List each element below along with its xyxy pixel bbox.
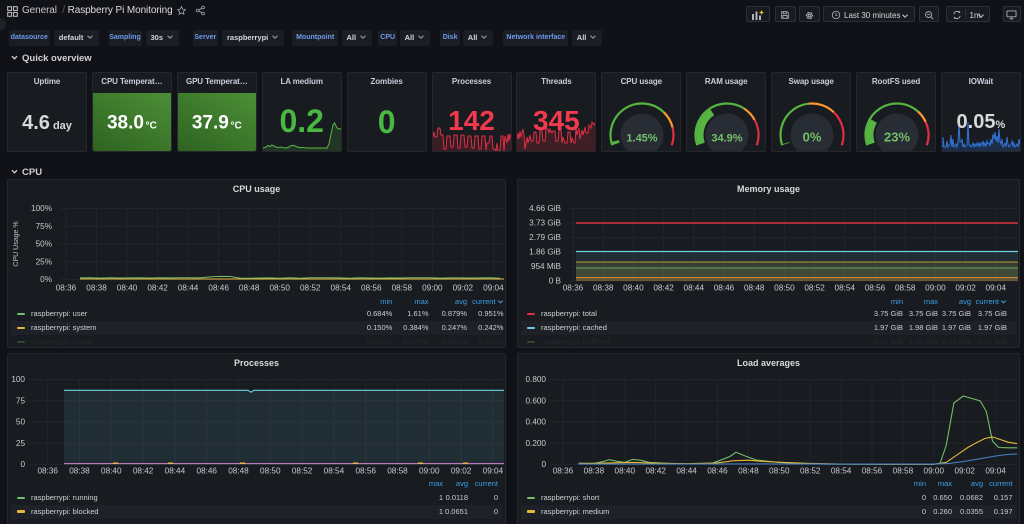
svg-text:08:54: 08:54 xyxy=(331,284,352,293)
svg-text:25%: 25% xyxy=(36,257,52,266)
svg-text:09:04: 09:04 xyxy=(986,284,1007,293)
svg-text:08:46: 08:46 xyxy=(196,466,217,475)
svg-text:08:52: 08:52 xyxy=(800,466,821,475)
svg-text:08:44: 08:44 xyxy=(178,284,199,293)
svg-text:08:56: 08:56 xyxy=(355,466,376,475)
svg-text:08:36: 08:36 xyxy=(563,284,584,293)
svg-text:08:40: 08:40 xyxy=(615,466,636,475)
svg-text:08:44: 08:44 xyxy=(684,284,705,293)
svg-text:08:56: 08:56 xyxy=(361,284,382,293)
svg-text:0 B: 0 B xyxy=(549,277,562,286)
svg-text:08:46: 08:46 xyxy=(208,284,229,293)
svg-text:08:42: 08:42 xyxy=(147,284,168,293)
svg-text:09:04: 09:04 xyxy=(483,466,504,475)
svg-text:0: 0 xyxy=(20,460,25,469)
svg-text:08:52: 08:52 xyxy=(300,284,321,293)
svg-text:08:48: 08:48 xyxy=(228,466,249,475)
svg-text:0: 0 xyxy=(541,460,546,469)
svg-text:08:58: 08:58 xyxy=(893,466,914,475)
svg-text:09:00: 09:00 xyxy=(924,466,945,475)
svg-text:08:50: 08:50 xyxy=(774,284,795,293)
svg-text:34.9%: 34.9% xyxy=(712,132,743,144)
svg-text:08:36: 08:36 xyxy=(553,466,574,475)
svg-text:25: 25 xyxy=(16,438,26,447)
svg-text:08:42: 08:42 xyxy=(133,466,154,475)
svg-text:1.45%: 1.45% xyxy=(627,132,658,144)
svg-text:08:38: 08:38 xyxy=(593,284,614,293)
svg-text:08:38: 08:38 xyxy=(69,466,90,475)
svg-text:100%: 100% xyxy=(31,204,52,213)
svg-text:08:52: 08:52 xyxy=(292,466,313,475)
svg-text:08:36: 08:36 xyxy=(37,466,58,475)
svg-text:08:40: 08:40 xyxy=(623,284,644,293)
svg-text:09:04: 09:04 xyxy=(483,284,504,293)
svg-text:08:46: 08:46 xyxy=(707,466,728,475)
svg-text:08:54: 08:54 xyxy=(831,466,852,475)
svg-text:09:04: 09:04 xyxy=(985,466,1006,475)
svg-text:09:00: 09:00 xyxy=(422,284,443,293)
svg-text:09:02: 09:02 xyxy=(955,284,976,293)
svg-text:08:38: 08:38 xyxy=(584,466,605,475)
svg-text:0%: 0% xyxy=(40,275,52,284)
svg-text:08:54: 08:54 xyxy=(835,284,856,293)
svg-text:08:52: 08:52 xyxy=(804,284,825,293)
svg-text:954 MiB: 954 MiB xyxy=(531,262,562,271)
svg-text:08:50: 08:50 xyxy=(260,466,281,475)
svg-text:09:00: 09:00 xyxy=(925,284,946,293)
svg-text:09:00: 09:00 xyxy=(419,466,440,475)
svg-text:08:58: 08:58 xyxy=(387,466,408,475)
svg-text:0.600: 0.600 xyxy=(526,396,547,405)
svg-text:08:56: 08:56 xyxy=(862,466,883,475)
svg-text:0.800: 0.800 xyxy=(526,375,547,384)
svg-text:08:42: 08:42 xyxy=(653,284,674,293)
svg-text:08:56: 08:56 xyxy=(865,284,886,293)
svg-text:08:50: 08:50 xyxy=(769,466,790,475)
svg-text:08:44: 08:44 xyxy=(165,466,186,475)
svg-text:0.200: 0.200 xyxy=(526,438,547,447)
svg-text:100: 100 xyxy=(11,375,25,384)
svg-text:0.400: 0.400 xyxy=(526,417,547,426)
svg-text:08:48: 08:48 xyxy=(744,284,765,293)
svg-text:08:48: 08:48 xyxy=(239,284,260,293)
svg-text:23%: 23% xyxy=(884,129,910,144)
svg-text:09:02: 09:02 xyxy=(453,284,474,293)
svg-text:75: 75 xyxy=(16,396,26,405)
svg-text:08:36: 08:36 xyxy=(56,284,77,293)
svg-text:08:46: 08:46 xyxy=(714,284,735,293)
svg-text:08:40: 08:40 xyxy=(101,466,122,475)
svg-text:08:42: 08:42 xyxy=(645,466,666,475)
svg-text:08:48: 08:48 xyxy=(738,466,759,475)
svg-text:08:38: 08:38 xyxy=(86,284,107,293)
svg-text:08:44: 08:44 xyxy=(676,466,697,475)
svg-text:75%: 75% xyxy=(36,222,52,231)
svg-text:0%: 0% xyxy=(803,129,822,144)
svg-text:1.86 GiB: 1.86 GiB xyxy=(529,248,561,257)
svg-text:2.79 GiB: 2.79 GiB xyxy=(529,233,561,242)
svg-text:08:54: 08:54 xyxy=(324,466,345,475)
svg-text:09:02: 09:02 xyxy=(451,466,472,475)
svg-text:08:40: 08:40 xyxy=(117,284,138,293)
svg-text:50: 50 xyxy=(16,417,26,426)
svg-text:CPU Usage %: CPU Usage % xyxy=(13,221,20,266)
svg-text:50%: 50% xyxy=(36,240,52,249)
svg-text:08:58: 08:58 xyxy=(392,284,413,293)
svg-text:4.66 GiB: 4.66 GiB xyxy=(529,204,561,213)
svg-text:08:50: 08:50 xyxy=(269,284,290,293)
svg-text:08:58: 08:58 xyxy=(895,284,916,293)
svg-text:09:02: 09:02 xyxy=(954,466,975,475)
svg-text:3.73 GiB: 3.73 GiB xyxy=(529,219,561,228)
